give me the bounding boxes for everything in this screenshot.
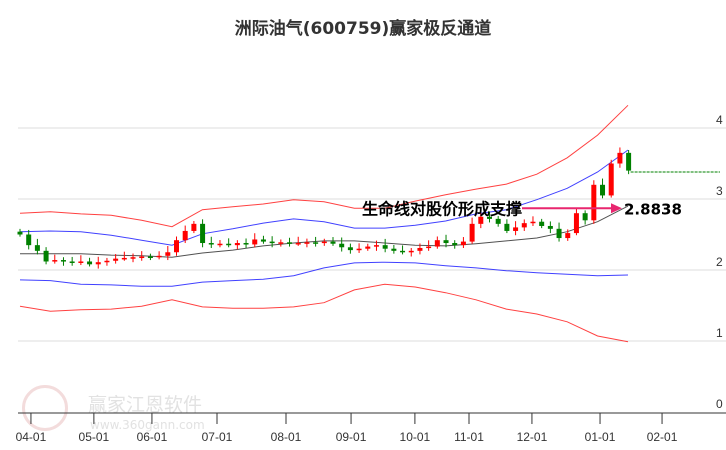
- candle-down: [339, 243, 345, 248]
- candle-up: [373, 245, 379, 247]
- candle-down: [443, 240, 449, 244]
- y-tick-label: 4: [716, 113, 723, 127]
- candle-up: [234, 243, 240, 246]
- candle-up: [417, 247, 423, 251]
- y-tick-label: 0: [716, 397, 723, 411]
- candle-up: [321, 241, 327, 244]
- candle-up: [304, 242, 310, 244]
- candle-up: [104, 260, 110, 263]
- channel-line-upper-inner: [19, 149, 629, 246]
- candle-up: [356, 248, 362, 251]
- candle-down: [539, 221, 545, 226]
- candle-up: [591, 184, 597, 221]
- candle-down: [400, 250, 406, 253]
- candle-up: [426, 246, 432, 249]
- candle-down: [504, 223, 510, 231]
- candle-up: [608, 163, 614, 196]
- x-tick-label: 02-01: [647, 430, 678, 444]
- candle-down: [547, 225, 553, 229]
- x-tick-label: 07-01: [202, 430, 233, 444]
- candle-up: [365, 246, 371, 249]
- candle-up: [165, 252, 171, 256]
- candle-up: [617, 152, 623, 164]
- candle-up: [95, 262, 101, 265]
- candle-up: [182, 230, 188, 241]
- candle-up: [565, 233, 571, 239]
- candle-down: [17, 231, 23, 235]
- x-tick-label: 10-01: [400, 430, 431, 444]
- y-tick-label: 3: [716, 184, 723, 198]
- candle-down: [200, 223, 206, 244]
- chart-plot: 0 1 2 3 4 04-01 05-01 06-01 07-01 08-01 09-01 10-01…: [16, 104, 726, 444]
- candle-down: [208, 243, 214, 245]
- annotation-text: 生命线对股价形成支撑: [362, 199, 522, 218]
- candle-up: [252, 239, 258, 245]
- x-tick-label: 06-01: [137, 430, 168, 444]
- x-tick-label: 01-01: [585, 430, 616, 444]
- candle-down: [226, 243, 232, 246]
- y-tick-label: 1: [716, 326, 723, 340]
- candle-down: [452, 243, 458, 246]
- candle-up: [113, 258, 119, 261]
- candle-down: [287, 242, 293, 244]
- candle-up: [156, 255, 162, 258]
- candle-down: [243, 243, 249, 245]
- candle-down: [382, 245, 388, 249]
- candle-down: [556, 228, 562, 239]
- candle-up: [191, 223, 197, 231]
- candle-up: [278, 242, 284, 244]
- x-tick-label: 09-01: [336, 430, 367, 444]
- channel-line-lower-inner: [19, 261, 629, 287]
- candle-up: [295, 243, 301, 245]
- annotation-value: 2.8838: [624, 200, 682, 218]
- candle-up: [573, 213, 579, 234]
- candle-down: [269, 241, 275, 244]
- candle-down: [582, 213, 588, 221]
- candle-down: [147, 256, 153, 259]
- candle-up: [217, 243, 223, 246]
- candle-down: [87, 261, 93, 265]
- candle-down: [260, 239, 266, 242]
- candle-up: [434, 240, 440, 247]
- x-tick-label: 11-01: [454, 430, 484, 444]
- candle-down: [34, 245, 40, 251]
- candle-up: [521, 223, 527, 228]
- x-tick-label: 05-01: [79, 430, 110, 444]
- candle-down: [347, 247, 353, 251]
- candle-up: [460, 241, 466, 246]
- candle-down: [600, 184, 606, 196]
- candle-up: [513, 227, 519, 231]
- candle-up: [130, 257, 136, 259]
- candle-down: [391, 248, 397, 251]
- channel-line-lower-outer: [19, 283, 629, 343]
- y-tick-label: 2: [716, 255, 723, 269]
- candle-up: [78, 261, 84, 263]
- candle-up: [173, 240, 179, 253]
- candle-up: [52, 260, 58, 262]
- candle-down: [26, 234, 32, 246]
- candle-down: [60, 260, 66, 262]
- candle-up: [530, 221, 536, 224]
- candle-up: [139, 256, 145, 259]
- x-tick-label: 12-01: [517, 430, 548, 444]
- candle-down: [69, 261, 75, 263]
- candle-down: [330, 241, 336, 244]
- channel-line-life-line: [20, 205, 629, 258]
- candle-down: [313, 242, 319, 244]
- candle-down: [495, 218, 501, 224]
- x-tick-label: 08-01: [271, 430, 302, 444]
- x-tick-label: 04-01: [16, 430, 47, 444]
- candle-down: [626, 152, 632, 171]
- candle-down: [43, 250, 49, 262]
- candle-up: [469, 223, 475, 242]
- candle-up: [408, 250, 414, 253]
- candle-up: [121, 257, 127, 260]
